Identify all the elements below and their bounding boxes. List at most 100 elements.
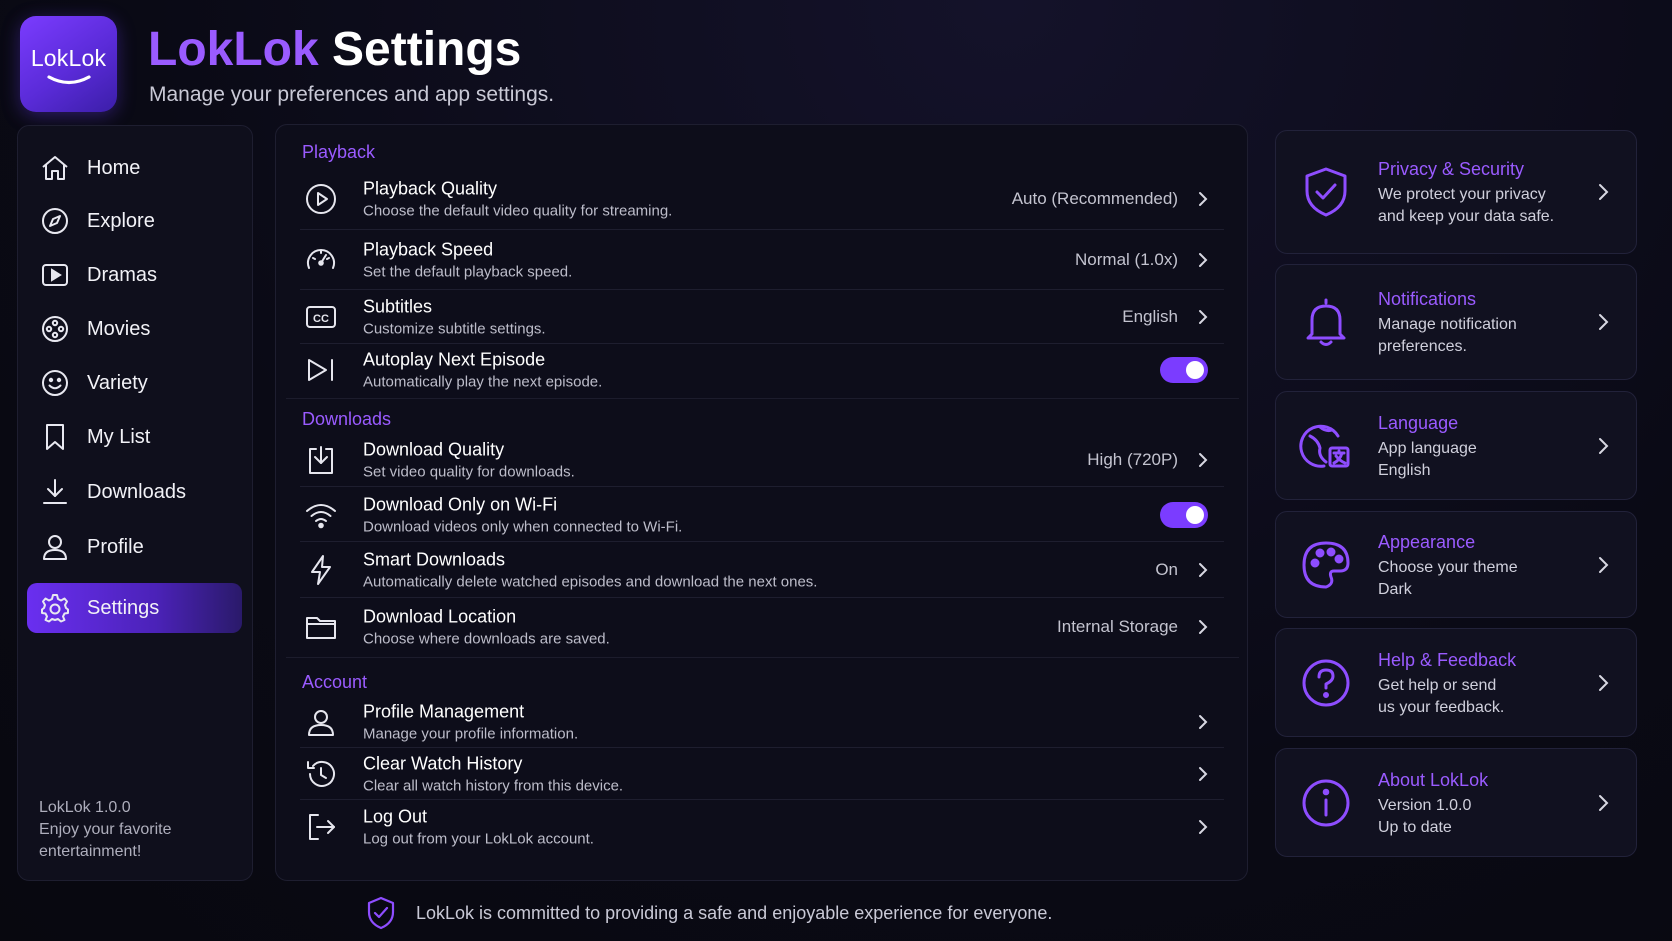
skip-next-icon <box>304 353 338 387</box>
palette-icon <box>1298 537 1354 593</box>
setting-playback-quality[interactable]: Playback Quality Choose the default video… <box>290 168 1234 230</box>
card-appearance[interactable]: Appearance Choose your theme Dark <box>1275 511 1637 618</box>
smiley-icon <box>39 367 71 399</box>
sidebar-item-label: Downloads <box>87 480 186 503</box>
bell-icon <box>1298 294 1354 350</box>
autoplay-toggle[interactable] <box>1160 357 1208 383</box>
gear-icon <box>39 592 71 624</box>
setting-description: Clear all watch history from this device… <box>363 777 624 795</box>
card-notifications[interactable]: Notifications Manage notification prefer… <box>1275 264 1637 380</box>
shield-check-icon <box>366 896 396 930</box>
setting-description: Set video quality for downloads. <box>363 463 575 480</box>
setting-download-location[interactable]: Download Location Choose where downloads … <box>290 598 1234 656</box>
sidebar: Home Explore Dramas Movies Variety My Li… <box>17 125 253 881</box>
closed-captions-icon: CC <box>304 300 338 334</box>
wifi-only-toggle[interactable] <box>1160 501 1208 528</box>
settings-panel: Playback Playback Quality Choose the defa… <box>275 124 1248 881</box>
setting-smart-downloads[interactable]: Smart Downloads Automatically delete watc… <box>290 542 1234 598</box>
question-circle-icon <box>1298 655 1354 711</box>
setting-description: Automatically delete watched episodes an… <box>363 573 818 591</box>
setting-clear-watch-history[interactable]: Clear Watch History Clear all watch histo… <box>290 748 1234 800</box>
setting-subtitles[interactable]: CC Subtitles Customize subtitle settings.… <box>290 290 1234 344</box>
sidebar-item-variety[interactable]: Variety <box>27 358 242 408</box>
chevron-right-icon <box>1596 436 1610 456</box>
card-text: us your feedback. <box>1378 698 1505 716</box>
svg-text:CC: CC <box>313 313 329 325</box>
download-tray-icon <box>304 443 338 477</box>
card-text: Version 1.0.0 <box>1378 796 1472 814</box>
setting-title: Smart Downloads <box>363 549 506 570</box>
sidebar-item-settings[interactable]: Settings <box>27 583 242 633</box>
setting-description: Choose the default video quality for str… <box>363 202 673 220</box>
card-text: App language <box>1378 439 1477 457</box>
toggle-knob <box>1186 505 1204 524</box>
setting-description: Download videos only when connected to W… <box>363 518 683 535</box>
setting-title: Profile Management <box>363 701 525 722</box>
setting-value: English <box>1122 307 1178 326</box>
wifi-icon <box>304 498 338 532</box>
setting-description: Choose where downloads are saved. <box>363 630 610 648</box>
sidebar-item-home[interactable]: Home <box>27 143 242 193</box>
footer-note-text: LokLok is committed to providing a safe … <box>416 902 1053 923</box>
app-logo: LokLok <box>20 16 117 112</box>
card-help-feedback[interactable]: Help & Feedback Get help or send us your… <box>1275 628 1637 737</box>
setting-description: Manage your profile information. <box>363 725 579 743</box>
sidebar-footer: LokLok 1.0.0 Enjoy your favorite enterta… <box>39 797 172 863</box>
setting-download-wifi-only: Download Only on Wi-Fi Download videos on… <box>290 487 1234 542</box>
setting-title: Download Quality <box>363 439 505 459</box>
sidebar-item-my-list[interactable]: My List <box>27 412 242 462</box>
setting-title: Log Out <box>363 806 428 827</box>
bookmark-icon <box>39 421 71 453</box>
home-icon <box>39 152 71 184</box>
card-title: Privacy & Security <box>1378 159 1525 179</box>
card-text: Manage notification <box>1378 316 1517 333</box>
section-divider <box>286 398 1239 399</box>
sidebar-item-label: Movies <box>87 317 151 340</box>
chevron-right-icon <box>1196 713 1210 731</box>
setting-description: Customize subtitle settings. <box>363 320 546 338</box>
page-subtitle: Manage your preferences and app settings… <box>149 83 555 106</box>
sidebar-item-movies[interactable]: Movies <box>27 304 242 354</box>
chevron-right-icon <box>1196 251 1210 269</box>
section-heading-account: Account <box>302 672 368 692</box>
setting-description: Set the default playback speed. <box>363 263 573 281</box>
chevron-right-icon <box>1596 555 1610 575</box>
sidebar-item-label: Explore <box>87 209 155 232</box>
chevron-right-icon <box>1596 673 1610 693</box>
card-text: preferences. <box>1378 338 1467 355</box>
setting-download-quality[interactable]: Download Quality Set video quality for do… <box>290 432 1234 487</box>
chevron-right-icon <box>1196 618 1210 636</box>
card-language[interactable]: Language App language English <box>1275 391 1637 500</box>
card-text: Up to date <box>1378 818 1452 836</box>
setting-title: Autoplay Next Episode <box>363 349 546 370</box>
logout-icon <box>304 810 338 844</box>
logo-text: LokLok <box>30 44 107 71</box>
tagline: Enjoy your favorite <box>39 821 172 838</box>
card-privacy-security[interactable]: Privacy & Security We protect your priva… <box>1275 130 1637 254</box>
sidebar-item-downloads[interactable]: Downloads <box>27 467 242 517</box>
card-title: Notifications <box>1378 289 1477 309</box>
setting-title: Subtitles <box>363 296 433 317</box>
setting-title: Download Only on Wi-Fi <box>363 494 558 514</box>
chevron-right-icon <box>1196 561 1210 579</box>
setting-description: Log out from your LokLok account. <box>363 830 594 848</box>
sidebar-item-label: Settings <box>87 596 160 619</box>
section-heading-downloads: Downloads <box>302 409 392 429</box>
setting-playback-speed[interactable]: Playback Speed Set the default playback s… <box>290 230 1234 290</box>
sidebar-item-dramas[interactable]: Dramas <box>27 250 242 300</box>
sidebar-item-label: Home <box>87 156 141 179</box>
chevron-right-icon <box>1196 765 1210 783</box>
setting-value: Internal Storage <box>1057 617 1178 636</box>
section-heading-playback: Playback <box>302 142 376 162</box>
card-about[interactable]: About LokLok Version 1.0.0 Up to date <box>1275 748 1637 857</box>
history-icon <box>304 757 338 791</box>
page-title-rest: Settings <box>332 23 522 76</box>
card-text: We protect your privacy <box>1378 186 1546 203</box>
setting-log-out[interactable]: Log Out Log out from your LokLok account. <box>290 800 1234 854</box>
folder-icon <box>304 610 338 644</box>
sidebar-item-profile[interactable]: Profile <box>27 522 242 572</box>
app-version: LokLok 1.0.0 <box>39 799 131 816</box>
chevron-right-icon <box>1196 190 1210 208</box>
setting-profile-management[interactable]: Profile Management Manage your profile in… <box>290 696 1234 748</box>
sidebar-item-explore[interactable]: Explore <box>27 196 242 246</box>
